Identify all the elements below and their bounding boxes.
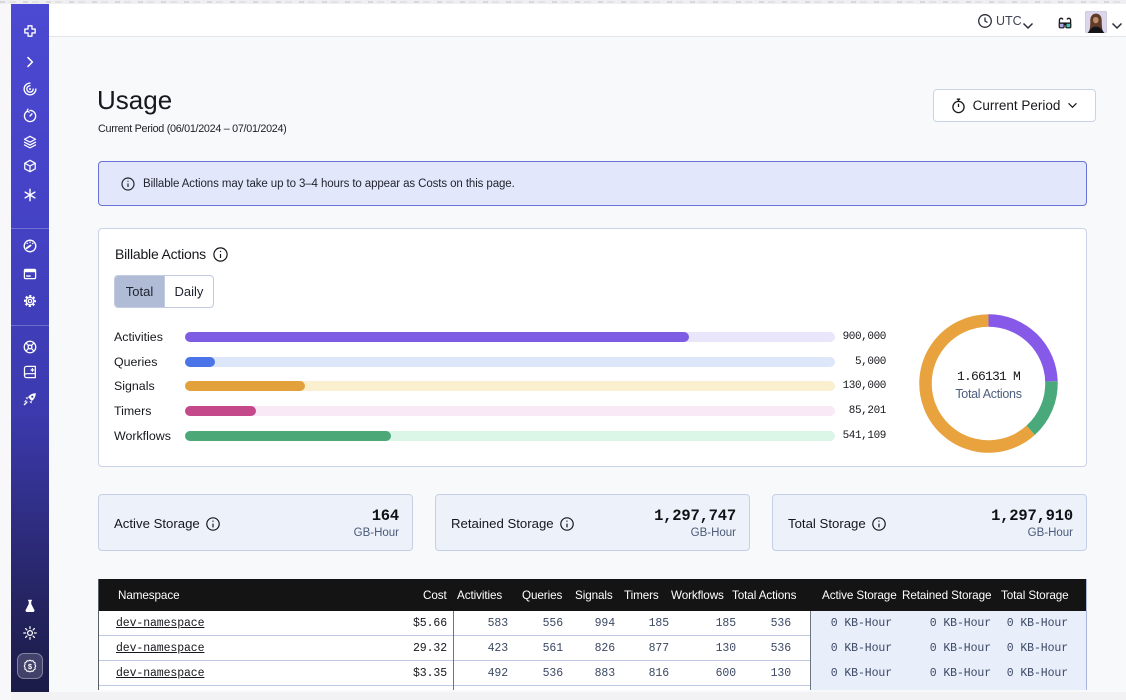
svg-text:$: $ [28,662,33,671]
